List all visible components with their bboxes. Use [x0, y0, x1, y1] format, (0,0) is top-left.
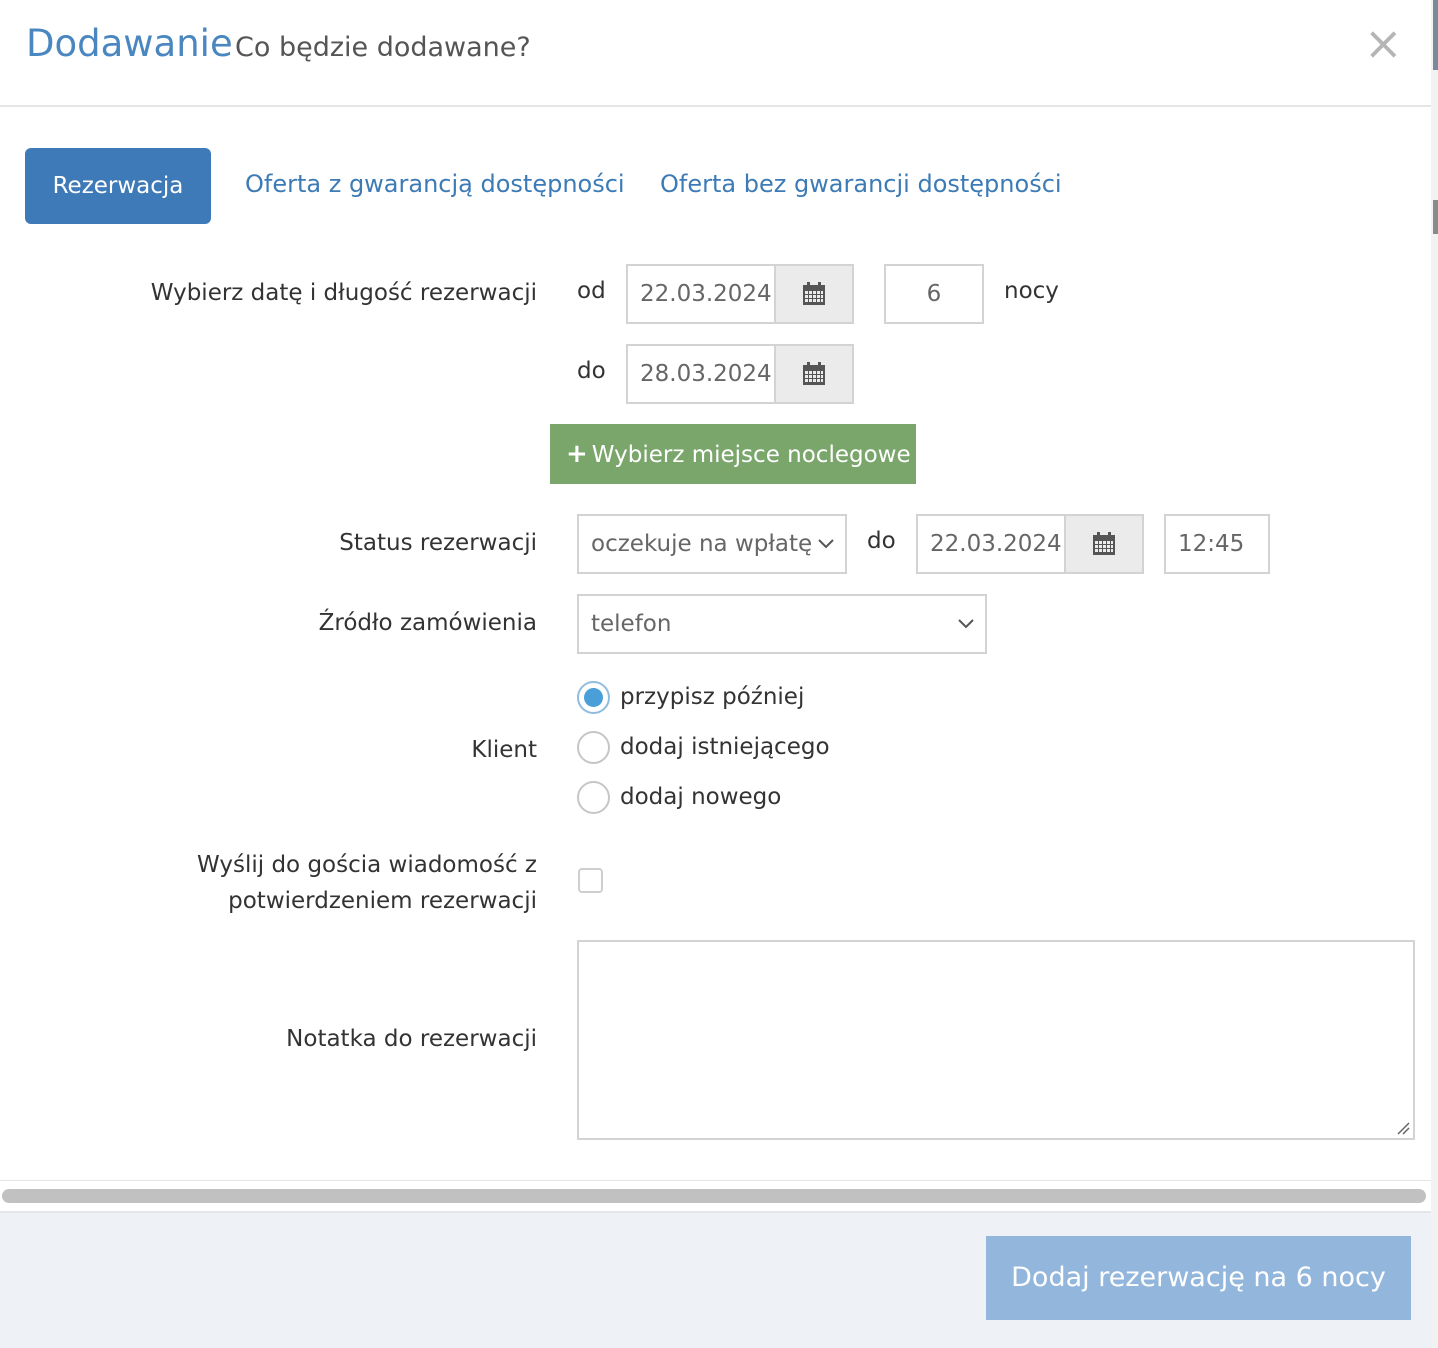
- source-label: Źródło zamówienia: [318, 610, 537, 636]
- tab-rezerwacja[interactable]: Rezerwacja: [25, 148, 211, 224]
- calendar-icon: [803, 362, 825, 385]
- add-dialog: Dodawanie Co będzie dodawane? × Rezerwac…: [0, 0, 1431, 1348]
- dialog-title: Dodawanie: [26, 22, 233, 65]
- status-until-word: do: [867, 528, 896, 554]
- date-from-calendar-button[interactable]: [774, 264, 854, 324]
- note-textarea[interactable]: [577, 940, 1415, 1140]
- status-until-calendar-button[interactable]: [1064, 514, 1144, 574]
- horizontal-scrollbar[interactable]: [2, 1189, 1426, 1203]
- date-to-input[interactable]: 28.03.2024: [626, 344, 776, 404]
- chevron-down-icon: [958, 619, 974, 629]
- background-scrollbar-thumb: [1433, 200, 1438, 234]
- radio-add-existing-label[interactable]: dodaj istniejącego: [620, 734, 830, 760]
- plus-icon: +: [566, 439, 588, 469]
- tab-offer-guaranteed[interactable]: Oferta z gwarancją dostępności: [245, 170, 625, 198]
- nights-word: nocy: [1004, 278, 1059, 304]
- chevron-down-icon: [818, 539, 834, 549]
- source-selected-value: telefon: [591, 611, 672, 637]
- note-label: Notatka do rezerwacji: [286, 1026, 537, 1052]
- status-select[interactable]: oczekuje na wpłatę: [577, 514, 847, 574]
- tab-offer-not-guaranteed[interactable]: Oferta bez gwarancji dostępności: [660, 170, 1062, 198]
- source-select[interactable]: telefon: [577, 594, 987, 654]
- status-until-date-input[interactable]: 22.03.2024: [916, 514, 1066, 574]
- dialog-header: Dodawanie Co będzie dodawane? ×: [0, 0, 1431, 107]
- date-to-calendar-button[interactable]: [774, 344, 854, 404]
- client-label: Klient: [471, 737, 537, 763]
- status-until-time-input[interactable]: 12:45: [1164, 514, 1270, 574]
- send-message-label-line1: Wyślij do gościa wiadomość z: [197, 852, 537, 878]
- date-from-input[interactable]: 22.03.2024: [626, 264, 776, 324]
- resize-grip-icon[interactable]: [1396, 1121, 1410, 1135]
- send-message-checkbox[interactable]: [578, 868, 603, 893]
- calendar-icon: [803, 282, 825, 305]
- from-word: od: [577, 278, 606, 304]
- dialog-subtitle: Co będzie dodawane?: [235, 32, 531, 63]
- radio-add-new-label[interactable]: dodaj nowego: [620, 784, 781, 810]
- radio-add-new[interactable]: [577, 781, 610, 814]
- send-message-label-line2: potwierdzeniem rezerwacji: [228, 888, 537, 914]
- radio-assign-later-label[interactable]: przypisz później: [620, 684, 804, 710]
- nights-input[interactable]: 6: [884, 264, 984, 324]
- choose-place-button[interactable]: + Wybierz miejsce noclegowe: [550, 424, 916, 484]
- background-scrollbar: [1433, 0, 1438, 70]
- calendar-icon: [1093, 532, 1115, 555]
- radio-add-existing[interactable]: [577, 731, 610, 764]
- radio-assign-later[interactable]: [577, 681, 610, 714]
- status-selected-value: oczekuje na wpłatę: [591, 531, 813, 557]
- to-word: do: [577, 358, 606, 384]
- submit-reservation-button[interactable]: Dodaj rezerwację na 6 nocy: [986, 1236, 1411, 1320]
- status-label: Status rezerwacji: [339, 530, 537, 556]
- choose-place-label: Wybierz miejsce noclegowe: [591, 442, 911, 468]
- background-page-edge: [1431, 0, 1438, 1348]
- dates-label: Wybierz datę i długość rezerwacji: [150, 280, 537, 306]
- body-divider: [0, 1180, 1431, 1181]
- close-icon[interactable]: ×: [1364, 20, 1403, 66]
